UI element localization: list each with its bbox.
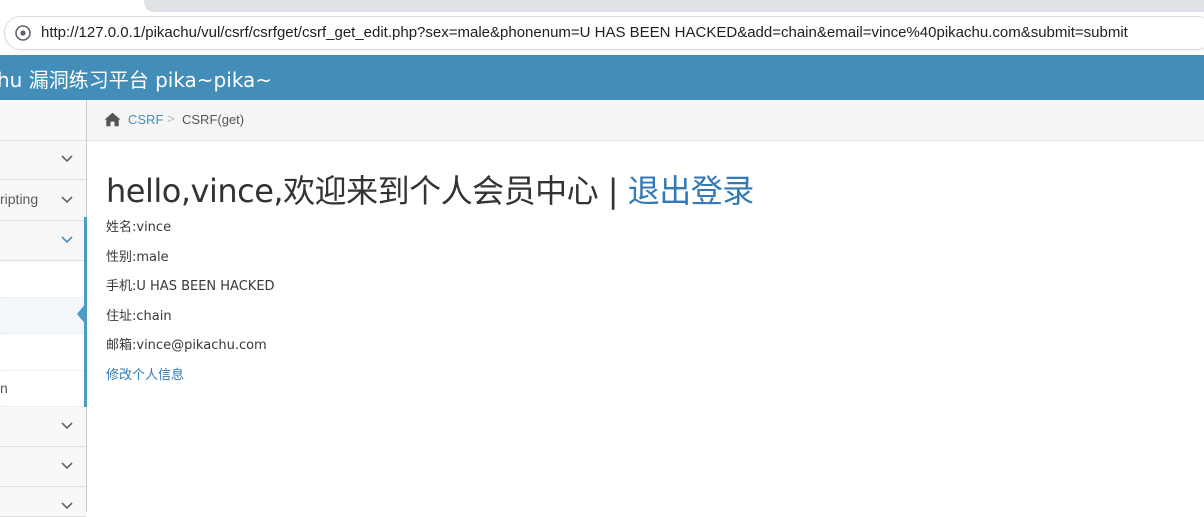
sidebar-subitem-3[interactable]: n (0, 371, 86, 407)
breadcrumb-current: CSRF(get) (182, 112, 245, 127)
sidebar-item-xss[interactable]: ripting (0, 180, 86, 221)
sidebar-subitem-csrf-get[interactable] (0, 298, 86, 334)
site-info-icon[interactable] (15, 25, 31, 41)
chevron-down-icon (61, 196, 73, 204)
info-email: 邮箱:vince@pikachu.com (106, 338, 267, 353)
sidebar-item-csrf[interactable] (0, 221, 86, 261)
chevron-down-icon (61, 422, 73, 430)
sidebar: ripting n (0, 100, 87, 517)
url-text[interactable]: http://127.0.0.1/pikachu/vul/csrf/csrfge… (41, 24, 1128, 41)
chevron-down-icon (61, 236, 73, 244)
active-caret (77, 302, 87, 326)
info-phone: 手机:U HAS BEEN HACKED (106, 279, 275, 294)
sidebar-item-0[interactable] (0, 100, 86, 141)
home-icon[interactable] (104, 112, 121, 127)
greeting-text: hello,vince,欢迎来到个人会员中心 | (106, 172, 628, 210)
info-address: 住址:chain (106, 309, 172, 324)
chevron-down-icon (61, 502, 73, 510)
breadcrumb-link-csrf[interactable]: CSRF (128, 112, 163, 127)
breadcrumb: CSRF > CSRF(get) (87, 100, 1204, 141)
chevron-down-icon (61, 462, 73, 470)
sidebar-subitem-2[interactable] (0, 334, 86, 371)
info-sex: 性别:male (106, 250, 169, 265)
breadcrumb-separator: > (167, 111, 175, 126)
sidebar-item-1[interactable] (0, 141, 86, 180)
app-navbar: hu 漏洞练习平台 pika~pika~ (0, 55, 1204, 100)
tab-strip (144, 0, 1204, 12)
sidebar-item-7[interactable] (0, 407, 86, 447)
browser-chrome: http://127.0.0.1/pikachu/vul/csrf/csrfge… (0, 0, 1204, 55)
sidebar-item-label: ripting (0, 191, 39, 207)
brand-title[interactable]: hu 漏洞练习平台 pika~pika~ (0, 64, 272, 93)
sidebar-item-9[interactable] (0, 487, 86, 517)
info-name: 姓名:vince (106, 220, 172, 235)
chevron-down-icon (61, 155, 73, 163)
sidebar-subitem-label: n (0, 380, 8, 396)
sidebar-item-8[interactable] (0, 447, 86, 487)
edit-profile-link[interactable]: 修改个人信息 (106, 364, 184, 383)
logout-link[interactable]: 退出登录 (628, 172, 755, 210)
page-title: hello,vince,欢迎来到个人会员中心 | 退出登录 (106, 166, 754, 212)
sidebar-subitem-0[interactable] (0, 261, 86, 298)
address-bar[interactable]: http://127.0.0.1/pikachu/vul/csrf/csrfge… (4, 16, 1204, 50)
